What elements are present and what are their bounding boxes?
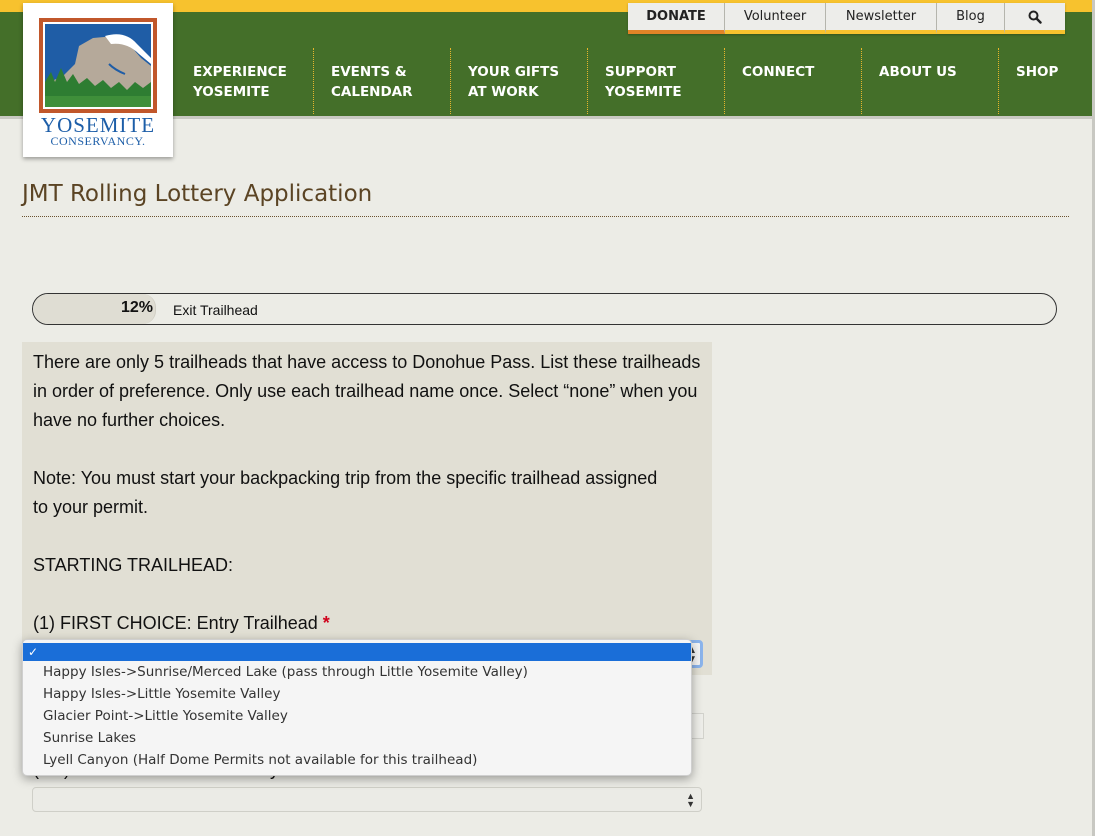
- first-choice-dropdown-menu: ✓ Happy Isles->Sunrise/Merced Lake (pass…: [22, 639, 692, 776]
- first-choice-label-text: (1) FIRST CHOICE: Entry Trailhead: [33, 613, 318, 633]
- nav-label-line1: EXPERIENCE: [193, 64, 287, 80]
- nav-label-line1: YOUR GIFTS: [468, 64, 560, 80]
- select-arrows-icon: ▲ ▼: [686, 791, 695, 809]
- dropdown-option[interactable]: Glacier Point->Little Yosemite Valley: [23, 705, 691, 727]
- blog-link[interactable]: Blog: [937, 3, 1005, 34]
- nav-your-gifts-at-work[interactable]: YOUR GIFTS AT WORK: [450, 48, 587, 114]
- search-icon: [1028, 10, 1042, 24]
- checkmark-icon: ✓: [28, 645, 39, 659]
- nav-connect[interactable]: CONNECT: [724, 48, 861, 114]
- nav-label-line1: CONNECT: [742, 64, 815, 80]
- logo-wordmark-line2: CONSERVANCY.: [50, 134, 146, 148]
- dropdown-option[interactable]: Happy Isles->Little Yosemite Valley: [23, 683, 691, 705]
- donate-link[interactable]: DONATE: [628, 3, 725, 34]
- nav-shop[interactable]: SHOP: [998, 48, 1095, 114]
- volunteer-link[interactable]: Volunteer: [725, 3, 826, 34]
- search-button[interactable]: [1005, 3, 1065, 34]
- nav-label-line1: SHOP: [1016, 64, 1059, 80]
- hidden-field-edge: [690, 713, 704, 739]
- first-choice-label: (1) FIRST CHOICE: Entry Trailhead *: [33, 609, 703, 638]
- progress-bar: 12% Exit Trailhead: [32, 293, 1057, 325]
- note-text: Note: You must start your backpacking tr…: [33, 468, 658, 517]
- nav-label-line2: AT WORK: [468, 84, 539, 100]
- nav-label-line2: CALENDAR: [331, 84, 413, 100]
- nav-label-line1: SUPPORT: [605, 64, 676, 80]
- nav-label-line2: YOSEMITE: [193, 84, 270, 100]
- nav-label-line2: YOSEMITE: [605, 84, 682, 100]
- dropdown-option[interactable]: Lyell Canyon (Half Dome Permits not avai…: [23, 749, 691, 771]
- main-nav: EXPERIENCE YOSEMITE EVENTS & CALENDAR YO…: [176, 48, 1095, 114]
- site-logo[interactable]: YOSEMITE CONSERVANCY.: [23, 3, 173, 157]
- progress-step-label: Exit Trailhead: [173, 302, 258, 318]
- nav-events-calendar[interactable]: EVENTS & CALENDAR: [313, 48, 450, 114]
- half-dome-emblem: [39, 18, 157, 113]
- nav-experience-yosemite[interactable]: EXPERIENCE YOSEMITE: [176, 48, 313, 114]
- nav-label-line1: EVENTS &: [331, 64, 407, 80]
- utility-nav: DONATE Volunteer Newsletter Blog: [628, 3, 1065, 34]
- nav-label-line1: ABOUT US: [879, 64, 957, 80]
- section-heading: STARTING TRAILHEAD:: [33, 555, 234, 575]
- second-choice-select[interactable]: ▲ ▼: [32, 787, 702, 812]
- instructions-panel: There are only 5 trailheads that have ac…: [22, 342, 712, 675]
- dropdown-option[interactable]: Happy Isles->Sunrise/Merced Lake (pass t…: [23, 661, 691, 683]
- page-title: JMT Rolling Lottery Application: [22, 181, 373, 207]
- intro-text: There are only 5 trailheads that have ac…: [33, 352, 701, 430]
- nav-support-yosemite[interactable]: SUPPORT YOSEMITE: [587, 48, 724, 114]
- progress-percent: 12%: [120, 299, 153, 316]
- nav-about-us[interactable]: ABOUT US: [861, 48, 998, 114]
- title-divider: [22, 216, 1069, 217]
- half-dome-icon: [45, 24, 151, 107]
- dropdown-option-blank[interactable]: ✓: [23, 643, 691, 661]
- dropdown-option[interactable]: Sunrise Lakes: [23, 727, 691, 749]
- newsletter-link[interactable]: Newsletter: [826, 3, 937, 34]
- required-indicator: *: [322, 613, 330, 633]
